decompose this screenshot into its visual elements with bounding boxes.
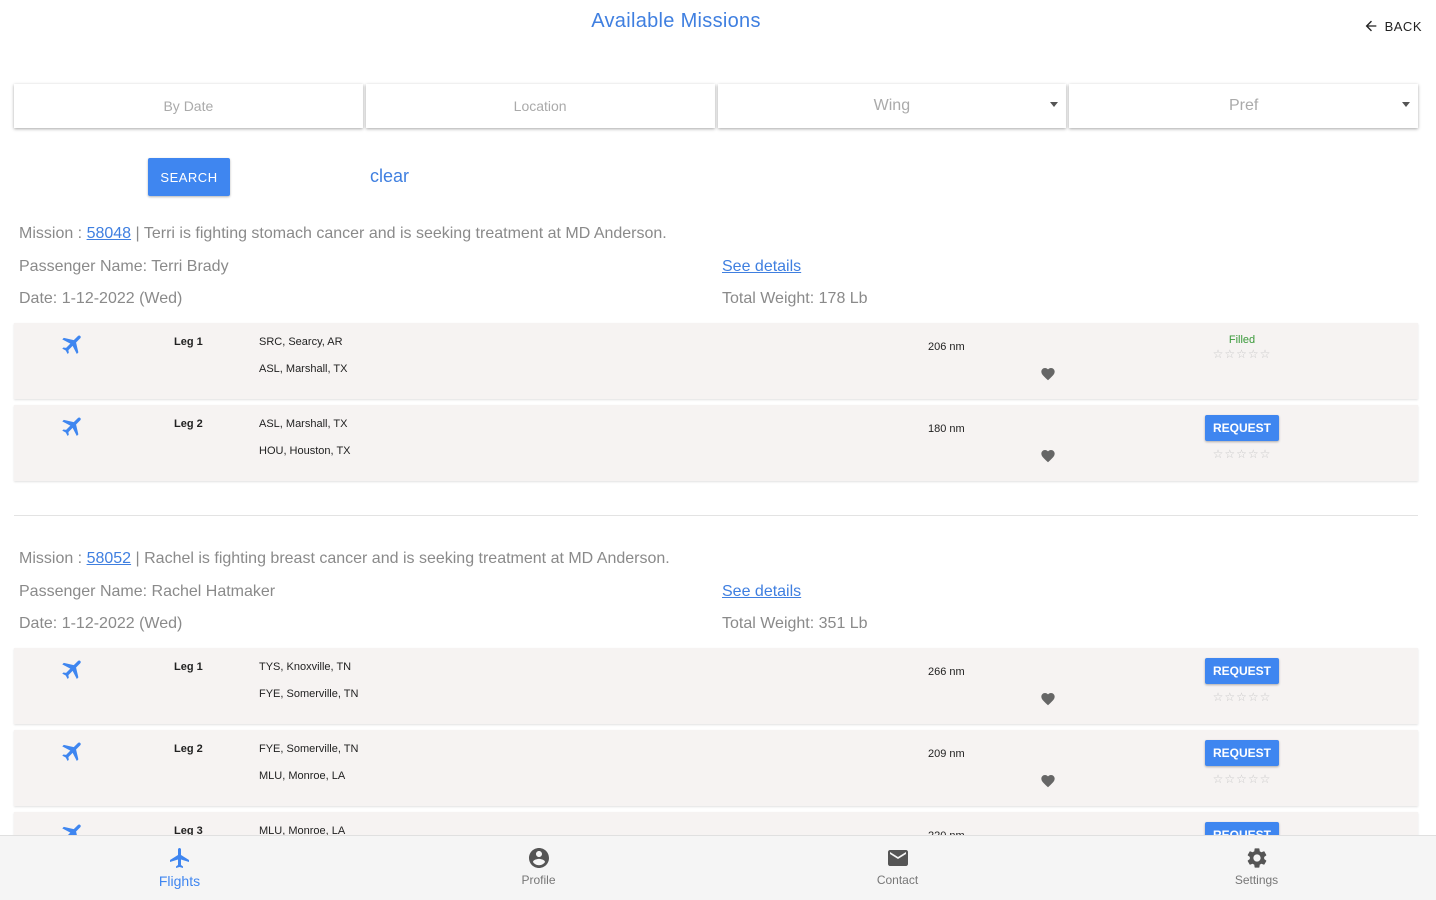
mission-description: | Rachel is fighting breast cancer and i… — [131, 550, 670, 567]
mission-prefix: Mission : — [19, 225, 87, 242]
leg-status-filled: Filled — [1228, 334, 1256, 346]
chevron-down-icon — [1050, 102, 1059, 107]
passenger-name: Passenger Name: Terri Brady — [19, 258, 229, 275]
mission-date: Date: 1-12-2022 (Wed) — [19, 290, 183, 307]
page-title: Available Missions — [591, 10, 761, 32]
mission-id-link[interactable]: 58052 — [87, 550, 132, 567]
mission-prefix: Mission : — [19, 550, 87, 567]
date-filter[interactable] — [14, 84, 363, 128]
location-input[interactable] — [365, 84, 715, 128]
rating-stars[interactable]: ☆☆☆☆☆ — [1205, 690, 1279, 704]
leg-origin: FYE, Somerville, TN — [259, 743, 359, 755]
leg-destination: MLU, Monroe, LA — [259, 770, 346, 782]
heart-icon[interactable] — [1040, 366, 1056, 382]
gear-icon — [1247, 848, 1266, 868]
mail-icon — [887, 850, 908, 866]
leg-distance: 206 nm — [928, 341, 965, 353]
leg-distance: 209 nm — [928, 748, 965, 760]
pref-select[interactable]: Pref — [1069, 84, 1418, 128]
location-filter[interactable] — [365, 84, 715, 128]
leg-label: Leg 2 — [174, 743, 203, 755]
back-button[interactable]: BACK — [1363, 18, 1422, 34]
mission-divider — [14, 515, 1418, 516]
heart-icon[interactable] — [1040, 691, 1056, 707]
leg-row[interactable]: Leg 1 SRC, Searcy, AR ASL, Marshall, TX … — [14, 323, 1418, 399]
app-header: Available Missions BACK — [0, 0, 1436, 60]
passenger-name: Passenger Name: Rachel Hatmaker — [19, 583, 276, 600]
leg-distance: 266 nm — [928, 666, 965, 678]
nav-profile[interactable]: Profile — [359, 836, 718, 900]
bottom-navigation: Flights Profile Contact Settings — [0, 835, 1436, 900]
total-weight: Total Weight: 351 Lb — [722, 615, 868, 632]
airplane-icon — [60, 331, 86, 357]
mission-date: Date: 1-12-2022 (Wed) — [19, 615, 183, 632]
mission-summary: Mission : 58052 | Rachel is fighting bre… — [19, 550, 670, 568]
leg-origin: TYS, Knoxville, TN — [259, 661, 352, 673]
nav-contact[interactable]: Contact — [718, 836, 1077, 900]
nav-label: Settings — [1234, 873, 1279, 887]
airplane-icon — [60, 413, 86, 439]
leg-destination: FYE, Somerville, TN — [259, 688, 359, 700]
account-circle-icon — [528, 848, 549, 868]
mission-description: | Terri is fighting stomach cancer and i… — [131, 225, 667, 242]
see-details-link[interactable]: See details — [722, 258, 801, 275]
leg-destination: ASL, Marshall, TX — [259, 363, 348, 375]
total-weight: Total Weight: 178 Lb — [722, 290, 868, 307]
leg-label: Leg 1 — [174, 336, 203, 348]
leg-label: Leg 1 — [174, 661, 203, 673]
pref-select-label: Pref — [1228, 97, 1259, 114]
wing-select-label: Wing — [873, 97, 911, 114]
nav-label: Contact — [876, 873, 919, 887]
heart-icon[interactable] — [1040, 773, 1056, 789]
heart-icon[interactable] — [1040, 448, 1056, 464]
date-input[interactable] — [14, 84, 363, 128]
wing-select[interactable]: Wing — [717, 84, 1067, 128]
request-button[interactable]: REQUEST — [1205, 415, 1279, 441]
mission-id-link[interactable]: 58048 — [87, 225, 132, 242]
airplane-icon — [60, 738, 86, 764]
nav-flights[interactable]: Flights — [0, 836, 359, 900]
filter-bar: Wing Pref — [14, 84, 1418, 128]
nav-label: Flights — [158, 873, 201, 889]
rating-stars[interactable]: ☆☆☆☆☆ — [1205, 347, 1279, 361]
request-button[interactable]: REQUEST — [1205, 740, 1279, 766]
mission-summary: Mission : 58048 | Terri is fighting stom… — [19, 225, 667, 243]
leg-label: Leg 2 — [174, 418, 203, 430]
rating-stars[interactable]: ☆☆☆☆☆ — [1205, 772, 1279, 786]
leg-origin: ASL, Marshall, TX — [259, 418, 348, 430]
airplane-icon — [60, 656, 86, 682]
leg-origin: SRC, Searcy, AR — [259, 336, 343, 348]
see-details-link[interactable]: See details — [722, 583, 801, 600]
rating-stars[interactable]: ☆☆☆☆☆ — [1205, 447, 1279, 461]
search-button[interactable]: SEARCH — [148, 158, 230, 196]
chevron-down-icon — [1402, 102, 1410, 107]
leg-destination: HOU, Houston, TX — [259, 445, 351, 457]
nav-label: Profile — [521, 873, 556, 887]
clear-link[interactable]: clear — [370, 166, 409, 187]
leg-row[interactable]: Leg 1 TYS, Knoxville, TN FYE, Somerville… — [14, 648, 1418, 724]
request-button[interactable]: REQUEST — [1205, 658, 1279, 684]
leg-row[interactable]: Leg 2 ASL, Marshall, TX HOU, Houston, TX… — [14, 405, 1418, 481]
back-label: BACK — [1384, 18, 1422, 34]
nav-settings[interactable]: Settings — [1077, 836, 1436, 900]
arrow-left-icon — [1365, 20, 1376, 32]
leg-distance: 180 nm — [928, 423, 965, 435]
leg-row[interactable]: Leg 2 FYE, Somerville, TN MLU, Monroe, L… — [14, 730, 1418, 806]
airplane-icon — [169, 848, 189, 868]
